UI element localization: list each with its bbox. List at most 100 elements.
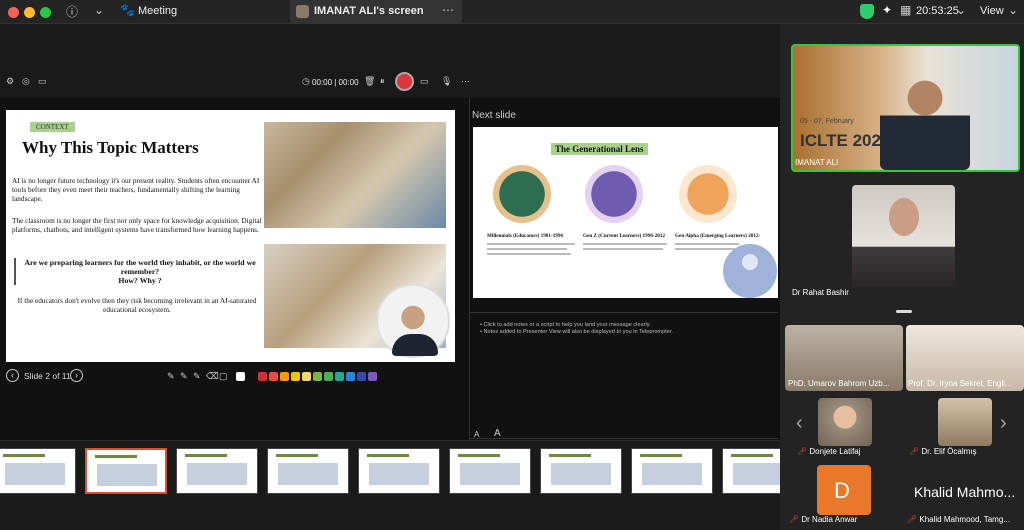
video-icon[interactable]: ▭ [420,76,429,87]
genalpha-heading: Gen Alpha (Emerging Learners) 2012- [675,233,761,239]
mic-muted-icon: 🎤︎ [797,447,810,456]
paragraph-3: If the educators don't evolve then they … [17,296,257,314]
previous-slide-button[interactable]: ‹ [6,369,19,382]
presenter-video-bubble[interactable] [376,284,450,358]
participant-tile[interactable] [818,398,872,446]
color-swatch[interactable] [291,372,300,381]
slide-thumbnail[interactable] [0,448,76,494]
banner-title: ICLTE 2026 [800,131,891,150]
pen-icon[interactable]: ✎ [180,371,188,381]
slide-thumbnail[interactable] [449,448,531,494]
clear-icon[interactable]: ▢ [219,371,228,381]
grid-icon[interactable]: ▦ [900,3,911,17]
color-swatch[interactable] [346,372,355,381]
quote-block: Are we preparing learners for the world … [14,258,256,285]
color-swatch[interactable] [313,372,322,381]
color-swatch[interactable] [280,372,289,381]
slide-thumbnail[interactable] [631,448,713,494]
maximize-window-button[interactable] [40,7,51,18]
more-icon[interactable]: ⋯ [461,76,470,87]
clock: 20:53:25 [916,5,959,17]
mic-muted-icon: 🎤︎ [789,515,802,524]
banner-date: 05 - 07, February [800,118,854,125]
color-swatch[interactable] [258,372,267,381]
genz-heading: Gen Z (Current Learners) 1996-2012 [583,233,666,239]
color-swatch[interactable] [324,372,333,381]
slide-thumbnail[interactable] [358,448,440,494]
participant-name: 🎤︎ Dr. Elif Öcalmış [909,447,977,456]
color-swatch[interactable] [247,372,256,381]
text-line [675,243,739,245]
chevron-right-icon[interactable]: › [1000,412,1007,435]
settings-icon[interactable]: ⚙ [6,76,14,87]
color-swatch[interactable] [236,372,245,381]
speaker-notes[interactable]: • Click to add notes or a script to help… [480,322,673,336]
next-slide-label: Next slide [472,110,516,121]
mic-muted-icon: 🎤︎ [909,447,922,456]
recording-timer: 00:00 | 00:00 [312,78,359,87]
shield-icon[interactable] [860,4,874,19]
meeting-label[interactable]: Meeting [138,5,177,17]
participant-name: Dr Rahat Bashir [792,288,849,297]
color-swatch[interactable] [357,372,366,381]
paragraph-1: AI is no longer future technology it's o… [12,176,260,203]
participant-name: Prof. Dr. Iryna Sekret, Engli... [908,379,1012,388]
paragraph-2: The classroom is no longer the first nor… [12,216,262,234]
chevron-down-icon[interactable]: ⌄ [956,3,966,17]
close-window-button[interactable] [8,7,19,18]
chevron-down-icon[interactable]: ⌄ [1008,3,1018,17]
text-line [583,243,667,245]
font-decrease-button[interactable]: A [474,430,479,439]
next-slide-title: The Generational Lens [551,143,648,155]
pause-icon[interactable]: ⏸ [380,76,385,87]
captions-icon[interactable]: ▭ [38,76,47,87]
resize-handle[interactable] [896,310,912,313]
more-icon[interactable]: ⋯ [442,3,454,17]
view-button[interactable]: View [980,5,1004,17]
avatar-initial: D [834,478,850,503]
laser-pointer-icon[interactable]: ✎ [167,371,175,381]
chevron-down-icon[interactable]: ⌄ [94,3,104,17]
notes-line-1: • Click to add notes or a script to help… [480,322,651,328]
participant-name: PhD. Umarov Bahrom Uzb... [788,379,890,388]
participant-name: 🎤︎ Donjete Latifaj [797,447,861,456]
presenter-toolbar [0,66,780,98]
genalpha-illustration [679,165,737,223]
quote-line-1: Are we preparing learners for the world … [24,258,256,276]
camera-icon[interactable]: ◎ [22,76,30,87]
participant-name: 🎤︎ Dr Nadia Anwar [789,515,858,524]
eraser-icon[interactable]: ⌫ [206,371,219,381]
millennials-heading: Millennials (Educators) 1981-1996 [487,233,564,239]
slide-thumbnail[interactable] [85,448,167,494]
mic-muted-icon: 🎤︎ [907,515,920,524]
minimize-window-button[interactable] [24,7,35,18]
slide-thumbnail[interactable] [267,448,349,494]
participant-name: 🎤︎ Khalid Mahmood, Tamg... [907,515,1010,524]
color-swatch[interactable] [335,372,344,381]
record-button[interactable] [395,72,414,91]
text-line [487,243,575,245]
clock-icon: ◷ [302,76,310,86]
participant-tile[interactable] [938,398,992,446]
speaker-name: IMANAT ALI [795,158,839,167]
text-line [675,248,735,250]
avatar [296,5,309,18]
text-line [583,248,663,250]
next-slide-button[interactable]: › [70,369,83,382]
profile-placeholder [723,244,777,298]
microphone-icon[interactable]: 🎙 [441,76,452,87]
font-increase-button[interactable]: A [494,428,501,439]
slide-thumbnail[interactable] [176,448,258,494]
color-swatch[interactable] [302,372,311,381]
genz-illustration [585,165,643,223]
participant-name-large: Khalid Mahmo... [914,484,1016,500]
slide-thumbnail[interactable] [540,448,622,494]
color-swatch[interactable] [368,372,377,381]
divider [470,438,778,439]
chevron-left-icon[interactable]: ‹ [796,412,803,435]
trash-icon[interactable]: 🗑 [364,76,375,87]
highlighter-icon[interactable]: ✎ [193,371,201,381]
color-swatch[interactable] [269,372,278,381]
sparkle-icon[interactable]: ✦ [882,3,892,17]
info-icon[interactable]: ⓘ [66,3,78,20]
